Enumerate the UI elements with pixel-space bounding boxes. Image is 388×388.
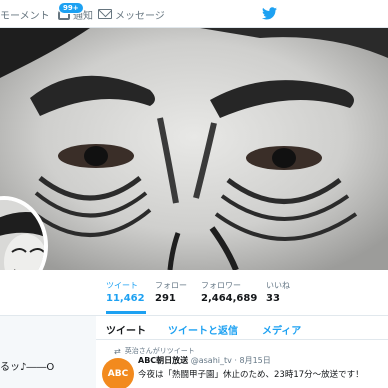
stat-following-label: フォロー: [155, 281, 187, 290]
tab-media[interactable]: メディア: [262, 322, 301, 337]
twitter-bird-icon[interactable]: [262, 7, 277, 20]
tweet-header: ABC朝日放送 @asahi_tv · 8月15日: [138, 355, 271, 366]
stat-tweets[interactable]: ツイート 11,462: [106, 280, 146, 314]
nav-messages[interactable]: メッセージ: [98, 0, 165, 28]
tweet-avatar-text: ABC: [107, 369, 129, 379]
tab-tweets[interactable]: ツイート: [106, 322, 146, 337]
tweet-author-avatar[interactable]: ABC: [102, 358, 134, 388]
stat-followers-label: フォロワー: [201, 281, 241, 290]
stat-following-value: 291: [155, 293, 176, 304]
nav-messages-label: メッセージ: [115, 10, 165, 22]
header-photo: [0, 28, 388, 270]
stat-likes[interactable]: いいね 33: [266, 280, 290, 304]
timeline-tabs: ツイート ツイートと返信 メディア: [96, 316, 388, 340]
timeline: ツイート ツイートと返信 メディア ⇄ 英治さんがリツイート ABC ABC朝日…: [96, 316, 388, 388]
tab-tweets-and-replies[interactable]: ツイートと返信: [168, 322, 238, 337]
retweet-icon: ⇄: [114, 346, 121, 356]
notification-badge: 99+: [58, 2, 84, 14]
stat-likes-label: いいね: [266, 281, 290, 290]
tweet-author-name[interactable]: ABC朝日放送: [138, 356, 188, 365]
stat-followers[interactable]: フォロワー 2,464,689: [201, 280, 257, 304]
stat-tweets-label: ツイート: [106, 281, 138, 290]
active-stat-underline: [106, 311, 146, 314]
bio-text: るッ♪――O: [0, 362, 55, 373]
nav-moments-label: モーメント: [0, 10, 50, 22]
envelope-icon: [98, 9, 112, 19]
profile-sidebar: るッ♪――O: [0, 316, 96, 388]
stat-following[interactable]: フォロー 291: [155, 280, 187, 304]
profile-page: モーメント 通知 99+ メッセージ ツイート 11,462 フォロー 291 …: [0, 0, 388, 388]
stat-tweets-value: 11,462: [106, 293, 145, 304]
nav-moments[interactable]: モーメント: [0, 0, 50, 28]
tweet-text: 今夜は「熱闘甲子園」休止のため、23時17分～放送です！: [138, 370, 364, 380]
tweet-author-handle[interactable]: @asahi_tv · 8月15日: [191, 356, 271, 365]
top-nav: モーメント 通知 99+ メッセージ: [0, 0, 388, 28]
stat-likes-value: 33: [266, 293, 280, 304]
profile-stats-bar: ツイート 11,462 フォロー 291 フォロワー 2,464,689 いいね…: [0, 270, 388, 316]
stat-followers-value: 2,464,689: [201, 293, 258, 304]
